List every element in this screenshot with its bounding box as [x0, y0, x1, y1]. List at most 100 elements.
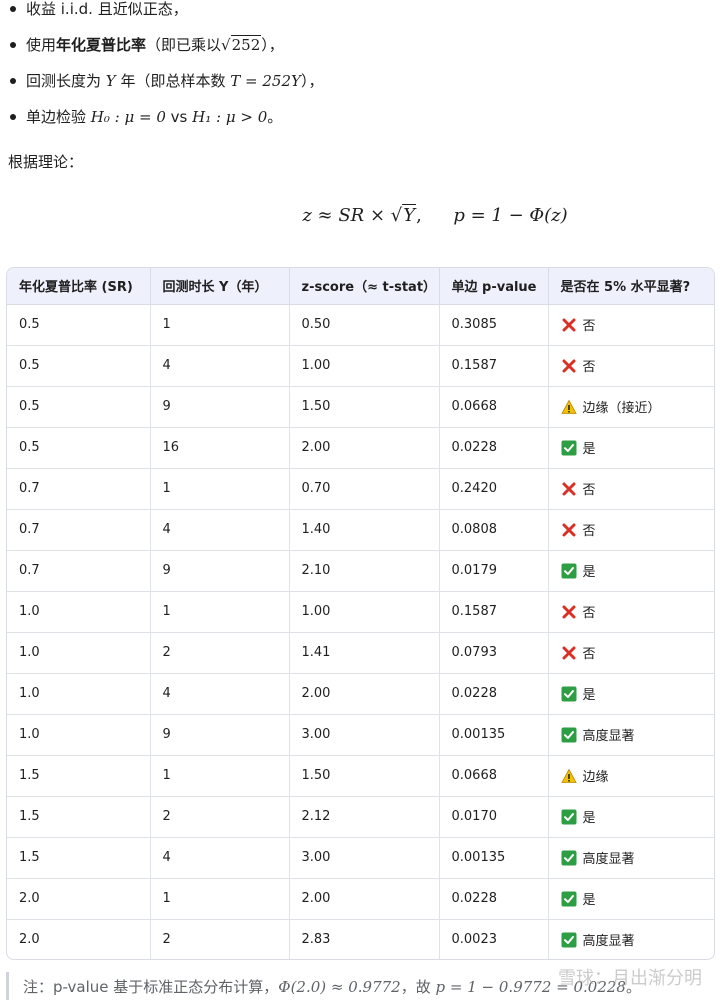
table-row: 0.5 1 0.50 0.3085 否: [7, 304, 714, 346]
formula-sqrt-arg: Y: [402, 204, 417, 226]
cell-years: 9: [150, 550, 290, 592]
cell-years: 9: [150, 714, 290, 756]
check-icon: [561, 809, 577, 825]
warning-icon: [560, 399, 577, 415]
cell-z-score: 1.50: [289, 755, 440, 797]
cell-sr: 0.5: [7, 386, 151, 428]
cell-z-score: 3.00: [289, 714, 440, 756]
check-icon: [561, 727, 577, 743]
table-row: 1.0 9 3.00 0.00135 高度显著: [7, 714, 714, 756]
cell-z-score: 1.41: [289, 632, 440, 674]
table-row: 0.7 1 0.70 0.2420 否: [7, 468, 714, 510]
cell-significance: 高度显著: [548, 837, 714, 879]
cell-p-value: 0.0808: [439, 509, 549, 551]
assumption-item: 使用年化夏普比率（即已乘以√252），: [10, 34, 710, 70]
cell-sr: 1.0: [7, 591, 151, 633]
assumption-text: 回测长度为: [26, 72, 102, 90]
table-row: 1.5 1 1.50 0.0668 边缘: [7, 755, 714, 797]
cell-significance: 是: [548, 673, 714, 715]
cell-p-value: 0.00135: [439, 837, 549, 879]
cell-significance: 否: [548, 304, 714, 346]
alt-hypothesis-math: H₁ : μ > 0: [192, 108, 268, 126]
significance-label: 否: [582, 524, 596, 539]
cell-p-value: 0.0179: [439, 550, 549, 592]
cell-years: 4: [150, 673, 290, 715]
cell-significance: 边缘: [548, 755, 714, 797]
assumption-text: ），: [300, 72, 324, 90]
formula-comma: ,: [416, 205, 422, 226]
cell-significance: 是: [548, 878, 714, 920]
cell-sr: 0.5: [7, 304, 151, 346]
cell-z-score: 2.00: [289, 878, 440, 920]
cell-z-score: 1.50: [289, 386, 440, 428]
cell-sr: 1.5: [7, 837, 151, 879]
assumption-text: 收益 i.i.d. 且近似正态，: [26, 0, 188, 18]
bullet-dot: [10, 6, 16, 12]
footnote-text: 注：p-value 基于标准正态分布计算，: [23, 978, 279, 996]
significance-label: 是: [582, 688, 596, 703]
warning-icon: [560, 768, 577, 784]
table-row: 0.5 4 1.00 0.1587 否: [7, 345, 714, 387]
bullet-dot: [10, 114, 16, 120]
significance-label: 否: [582, 483, 596, 498]
cell-sr: 2.0: [7, 878, 151, 920]
cell-sr: 1.0: [7, 673, 151, 715]
cell-significance: 是: [548, 550, 714, 592]
cell-z-score: 0.70: [289, 468, 440, 510]
assumption-text: （即已乘以: [146, 36, 222, 54]
cell-p-value: 0.3085: [439, 304, 549, 346]
table-row: 0.7 4 1.40 0.0808 否: [7, 509, 714, 551]
table-row: 0.5 16 2.00 0.0228 是: [7, 427, 714, 469]
cell-p-value: 0.0228: [439, 673, 549, 715]
significance-label: 高度显著: [582, 852, 635, 867]
formula-lhs: z ≈ SR ×: [302, 205, 386, 226]
assumption-text: vs: [170, 108, 188, 126]
cell-years: 9: [150, 386, 290, 428]
column-header-years: 回测时长 Y（年）: [150, 268, 290, 305]
cell-p-value: 0.0793: [439, 632, 549, 674]
table-row: 1.0 2 1.41 0.0793 否: [7, 632, 714, 674]
cell-p-value: 0.0170: [439, 796, 549, 838]
assumption-text: 单边检验: [26, 108, 87, 126]
significance-label: 是: [582, 442, 596, 457]
cross-icon: [561, 317, 577, 333]
cell-years: 4: [150, 509, 290, 551]
cell-significance: 边缘（接近）: [548, 386, 714, 428]
cell-sr: 0.5: [7, 427, 151, 469]
check-icon: [561, 440, 577, 456]
cell-sr: 0.7: [7, 509, 151, 551]
cell-sr: 1.0: [7, 714, 151, 756]
significance-label: 否: [582, 606, 596, 621]
cell-sr: 0.7: [7, 468, 151, 510]
cell-p-value: 0.0668: [439, 755, 549, 797]
check-icon: [561, 563, 577, 579]
formula-block: z ≈ SR × √Y, p = 1 − Φ(z): [302, 204, 568, 226]
cell-sr: 2.0: [7, 919, 151, 959]
significance-label: 边缘（接近）: [582, 401, 661, 416]
significance-table: 年化夏普比率 (SR) 回测时长 Y（年） z-score（≈ t-stat） …: [6, 267, 715, 960]
cell-years: 2: [150, 632, 290, 674]
cell-significance: 否: [548, 468, 714, 510]
cross-icon: [561, 522, 577, 538]
cell-z-score: 2.12: [289, 796, 440, 838]
assumption-text: 使用: [26, 36, 57, 54]
table-header-row: 年化夏普比率 (SR) 回测时长 Y（年） z-score（≈ t-stat） …: [7, 268, 714, 305]
column-header-sr: 年化夏普比率 (SR): [7, 268, 151, 305]
formula-rhs: p = 1 − Φ(z): [453, 205, 568, 226]
cell-z-score: 1.40: [289, 509, 440, 551]
cell-significance: 高度显著: [548, 714, 714, 756]
cell-p-value: 0.1587: [439, 345, 549, 387]
footnote-text: ，故: [400, 978, 431, 996]
cross-icon: [561, 604, 577, 620]
cell-significance: 是: [548, 427, 714, 469]
cell-z-score: 1.00: [289, 345, 440, 387]
assumption-item: 回测长度为 Y 年（即总样本数 T = 252Y），: [10, 70, 710, 106]
assumption-bold-text: 年化夏普比率: [56, 36, 147, 54]
assumption-item: 单边检验 H₀ : μ = 0 vs H₁ : μ > 0。: [10, 106, 710, 142]
cross-icon: [561, 645, 577, 661]
cell-z-score: 2.83: [289, 919, 440, 959]
table-row: 1.5 2 2.12 0.0170 是: [7, 796, 714, 838]
cell-sr: 1.5: [7, 755, 151, 797]
significance-label: 是: [582, 565, 596, 580]
cell-significance: 否: [548, 632, 714, 674]
